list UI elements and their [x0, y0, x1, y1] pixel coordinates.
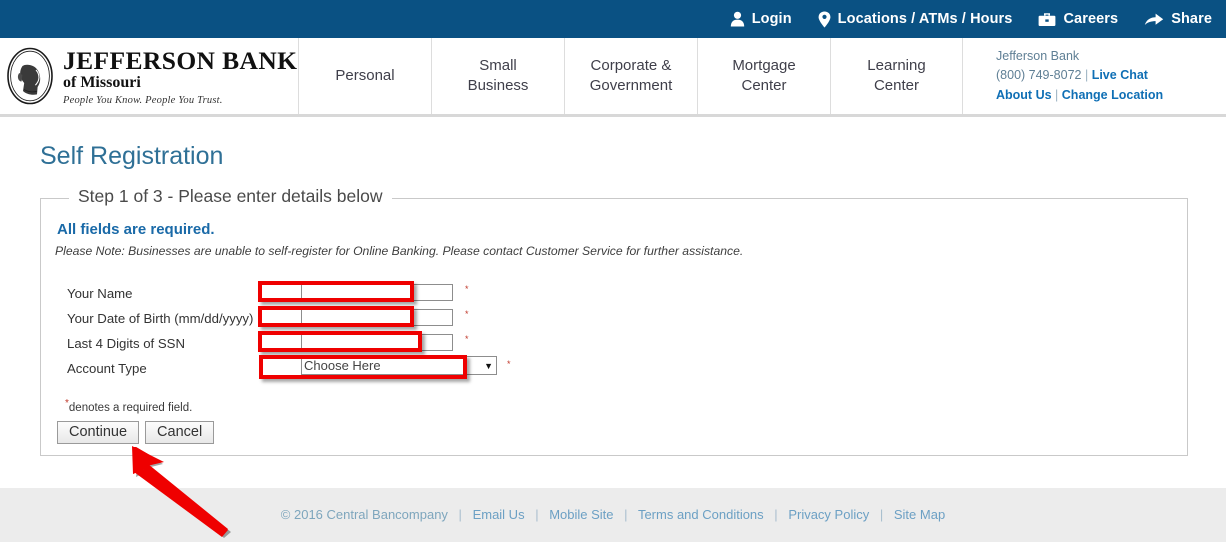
all-fields-required-heading: All fields are required. [57, 221, 215, 238]
page-root: Login Locations / ATMs / Hours Careers S… [0, 0, 1226, 542]
contact-bank-name: Jefferson Bank [996, 49, 1080, 64]
ssn-last4-label: Last 4 Digits of SSN [67, 336, 186, 351]
utility-share-link[interactable]: Share [1144, 11, 1212, 27]
account-type-required-star: * [507, 359, 511, 369]
date-of-birth-required-star: * [465, 309, 469, 319]
footer-link-terms-and-conditions[interactable]: Terms and Conditions [638, 507, 764, 522]
nav-item-personal-label: Personal [335, 66, 395, 84]
footer-link-mobile-site[interactable]: Mobile Site [549, 507, 613, 522]
account-type-select[interactable]: Choose Here ▼ [301, 356, 497, 375]
date-of-birth-field[interactable] [301, 308, 453, 326]
continue-button[interactable]: Continue [57, 421, 140, 444]
contact-bank-name-line: Jefferson Bank [996, 47, 1226, 66]
footer-link-privacy-policy[interactable]: Privacy Policy [788, 507, 869, 522]
ssn-last4-field[interactable] [301, 333, 453, 351]
about-us-link[interactable]: About Us [996, 88, 1052, 102]
brand-text: JEFFERSON BANK of Missouri People You Kn… [63, 46, 297, 107]
jefferson-portrait-seal-icon [7, 47, 53, 105]
utility-share-label: Share [1171, 11, 1212, 27]
footer-link-site-map[interactable]: Site Map [894, 507, 945, 522]
brand-name-line1: JEFFERSON BANK [63, 45, 298, 75]
main-content: Self Registration Step 1 of 3 - Please e… [0, 120, 1226, 488]
utility-careers-label: Careers [1063, 11, 1119, 27]
contact-separator-2: | [1055, 87, 1059, 102]
your-name-required-star: * [465, 284, 469, 294]
footer-copyright: © 2016 Central Bancompany [280, 507, 448, 522]
account-type-label: Account Type [67, 361, 147, 376]
utility-login-label: Login [751, 11, 792, 27]
nav-item-small-business-label: Small Business [467, 56, 529, 94]
contact-separator-1: | [1084, 68, 1089, 83]
footer-separator-5: | [879, 507, 884, 522]
required-field-note: *denotes a required field. [65, 398, 192, 414]
share-arrow-icon [1144, 12, 1164, 27]
change-location-link[interactable]: Change Location [1062, 88, 1163, 102]
utility-bar: Login Locations / ATMs / Hours Careers S… [0, 0, 1226, 38]
contact-links-line: About Us | Change Location [996, 86, 1226, 105]
page-footer: © 2016 Central Bancompany | Email Us | M… [0, 488, 1226, 542]
cancel-button[interactable]: Cancel [145, 421, 215, 444]
nav-item-mortgage-center[interactable]: Mortgage Center [697, 38, 830, 114]
chevron-down-icon: ▼ [484, 360, 493, 371]
live-chat-link[interactable]: Live Chat [1092, 68, 1148, 82]
utility-login-link[interactable]: Login [730, 11, 792, 27]
fieldset-legend: Step 1 of 3 - Please enter details below [69, 186, 392, 207]
masthead: JEFFERSON BANK of Missouri People You Kn… [0, 38, 1226, 117]
footer-separator-1: | [458, 507, 462, 522]
utility-locations-link[interactable]: Locations / ATMs / Hours [818, 11, 1013, 28]
map-pin-icon [818, 11, 831, 28]
brand-name-line2: of Missouri [63, 74, 141, 91]
footer-separator-4: | [774, 507, 778, 522]
nav-item-corporate-government[interactable]: Corporate & Government [564, 38, 697, 114]
nav-item-learning-center-label: Learning Center [867, 56, 926, 94]
nav-item-small-business[interactable]: Small Business [431, 38, 564, 114]
contact-phone-line: (800) 749-8072 | Live Chat [996, 66, 1226, 85]
briefcase-icon [1038, 12, 1056, 27]
footer-separator-3: | [624, 507, 628, 522]
nav-item-corporate-government-label: Corporate & Government [589, 56, 673, 94]
footer-separator-2: | [535, 507, 539, 522]
utility-locations-label: Locations / ATMs / Hours [837, 11, 1013, 27]
contact-block: Jefferson Bank (800) 749-8072 | Live Cha… [963, 38, 1226, 114]
your-name-label: Your Name [67, 286, 133, 301]
user-icon [730, 11, 745, 27]
contact-phone: (800) 749-8072 [996, 68, 1082, 83]
footer-link-email-us[interactable]: Email Us [473, 507, 525, 522]
date-of-birth-label: Your Date of Birth (mm/dd/yyyy) [67, 311, 254, 326]
your-name-field[interactable] [301, 283, 453, 301]
nav-item-mortgage-center-label: Mortgage Center [732, 56, 796, 94]
ssn-last4-required-star: * [465, 334, 469, 344]
account-type-selected-value: Choose Here [304, 358, 381, 373]
registration-fieldset: Step 1 of 3 - Please enter details below… [40, 186, 1188, 456]
brand-logo[interactable]: JEFFERSON BANK of Missouri People You Kn… [0, 38, 298, 114]
page-title: Self Registration [40, 142, 224, 170]
nav-item-personal[interactable]: Personal [298, 38, 431, 114]
business-note-text: Please Note: Businesses are unable to se… [55, 244, 744, 258]
footer-links: © 2016 Central Bancompany | Email Us | M… [281, 507, 945, 522]
required-note-text: denotes a required field. [68, 401, 193, 414]
utility-careers-link[interactable]: Careers [1038, 11, 1118, 27]
brand-tagline: People You Know. People You Trust. [63, 95, 223, 106]
main-navigation: Personal Small Business Corporate & Gove… [298, 38, 963, 114]
form-actions: Continue Cancel [57, 421, 215, 444]
nav-item-learning-center[interactable]: Learning Center [830, 38, 963, 114]
